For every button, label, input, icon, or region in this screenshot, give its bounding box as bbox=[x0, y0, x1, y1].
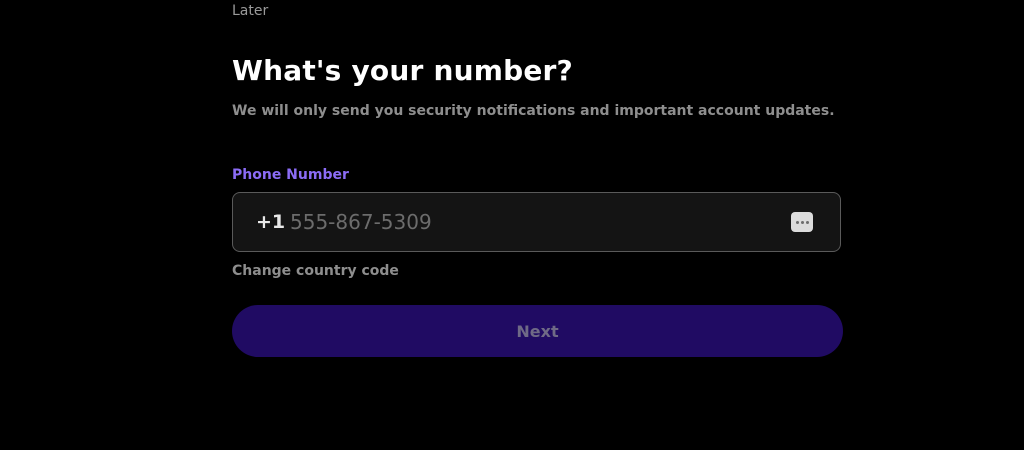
more-dots-icon[interactable] bbox=[791, 212, 813, 232]
page-title: What's your number? bbox=[232, 54, 573, 87]
country-code-prefix: +1 bbox=[256, 211, 286, 233]
change-country-code-link[interactable]: Change country code bbox=[232, 263, 399, 279]
next-button[interactable]: Next bbox=[232, 305, 843, 357]
page-subtitle: We will only send you security notificat… bbox=[232, 103, 835, 119]
phone-number-label: Phone Number bbox=[232, 167, 349, 183]
phone-number-page: Later What's your number? We will only s… bbox=[0, 0, 1024, 450]
phone-number-field[interactable]: +1 bbox=[232, 192, 841, 252]
later-link[interactable]: Later bbox=[232, 3, 268, 19]
phone-number-input[interactable] bbox=[288, 193, 791, 251]
